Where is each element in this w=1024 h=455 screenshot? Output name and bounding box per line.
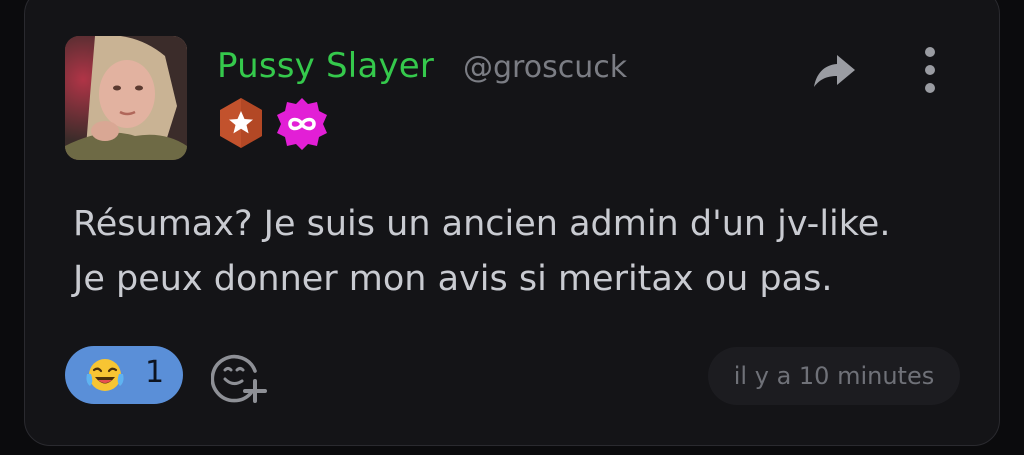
add-reaction-icon <box>210 354 267 403</box>
star-icon[interactable] <box>215 96 267 154</box>
post-timestamp: il y a 10 minutes <box>708 347 960 405</box>
author-display-name[interactable]: Pussy Slayer <box>217 46 434 86</box>
more-vertical-icon <box>925 47 935 93</box>
share-arrow-icon <box>814 55 855 87</box>
message-line: Je peux donner mon avis si meritax ou pa… <box>73 259 833 299</box>
author-handle[interactable]: @groscuck <box>463 50 627 85</box>
face-with-tears-of-joy-icon <box>86 359 124 391</box>
post-card: Pussy Slayer @groscuck Résumax? Je suis … <box>24 0 1000 446</box>
share-button[interactable] <box>811 51 859 91</box>
post-message: Résumax? Je suis un ancien admin d'un jv… <box>73 197 973 307</box>
reaction-count: 1 <box>145 355 165 390</box>
infinity-icon[interactable] <box>273 96 331 156</box>
add-reaction-button[interactable] <box>210 351 269 405</box>
message-line: Résumax? Je suis un ancien admin d'un jv… <box>73 204 891 244</box>
avatar-image <box>65 36 187 160</box>
more-options-button[interactable] <box>915 45 945 95</box>
reaction-button[interactable]: 1 <box>65 346 183 404</box>
avatar[interactable] <box>65 36 187 160</box>
